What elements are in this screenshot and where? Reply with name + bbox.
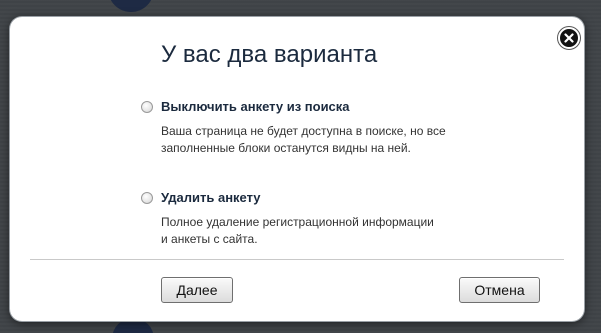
dialog-title: У вас два варианта xyxy=(161,41,378,68)
option-description-line: и анкеты с сайта. xyxy=(161,232,258,246)
option-label[interactable]: Выключить анкету из поиска xyxy=(161,99,350,114)
delete-profile-dialog: У вас два варианта Выключить анкету из п… xyxy=(10,17,584,321)
close-button[interactable] xyxy=(558,27,580,49)
next-button[interactable]: Далее xyxy=(161,277,233,303)
radio-delete-profile[interactable] xyxy=(141,192,153,204)
option-description-line: Полное удаление регистрационной информац… xyxy=(161,215,434,229)
dialog-divider xyxy=(30,259,564,260)
option-description: Полное удаление регистрационной информац… xyxy=(161,214,481,248)
option-label[interactable]: Удалить анкету xyxy=(161,190,261,205)
radio-disable-search[interactable] xyxy=(141,101,153,113)
option-description: Ваша страница не будет доступна в поиске… xyxy=(161,123,481,157)
option-description-line: заполненные блоки останутся видны на ней… xyxy=(161,141,411,155)
cancel-button[interactable]: Отмена xyxy=(459,277,540,303)
close-icon xyxy=(564,33,574,43)
option-description-line: Ваша страница не будет доступна в поиске… xyxy=(161,124,446,138)
